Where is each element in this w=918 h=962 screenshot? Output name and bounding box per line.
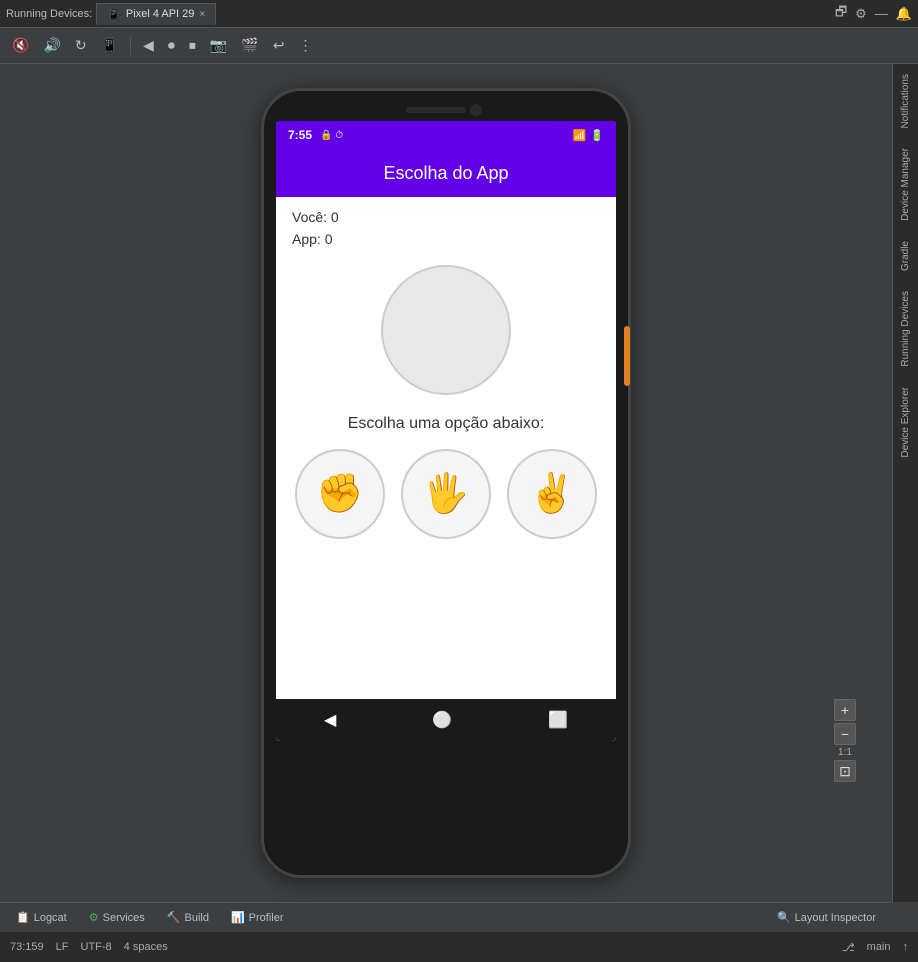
rotate-icon[interactable]: ↻ bbox=[71, 35, 91, 56]
device-manager-tab[interactable]: Device Manager bbox=[896, 138, 915, 231]
phone-recents-button[interactable]: ⬜ bbox=[548, 710, 568, 730]
phone-screen-icon[interactable]: 📱 bbox=[97, 35, 122, 56]
build-tab[interactable]: 🔨 Build bbox=[157, 906, 219, 930]
main-area: 7:55 🔒 ⏱ 📶 🔋 Escolha do App Você: 0 bbox=[0, 64, 918, 902]
volume-off-icon[interactable]: 🔇 bbox=[8, 35, 33, 56]
phone-bottom-area bbox=[264, 741, 628, 801]
device-tab-label: Pixel 4 API 29 bbox=[126, 8, 195, 20]
services-icon: ⚙ bbox=[89, 911, 99, 924]
restore-icon[interactable]: 🗗 bbox=[835, 3, 847, 25]
device-tab-icon: 📱 bbox=[107, 8, 121, 21]
status-bar: 73:159 LF UTF-8 4 spaces ⎇ main ↑ bbox=[0, 932, 918, 962]
zoom-ratio-label: 1:1 bbox=[834, 747, 856, 758]
branch-name: main bbox=[867, 941, 891, 953]
wifi-icon: 📶 bbox=[573, 129, 587, 142]
back-icon[interactable]: ◀ bbox=[139, 35, 158, 56]
device-tab[interactable]: 📱 Pixel 4 API 29 × bbox=[96, 3, 216, 25]
stop-icon[interactable]: ⏹ bbox=[185, 35, 200, 56]
scroll-handle[interactable] bbox=[624, 326, 630, 386]
services-tab[interactable]: ⚙ Services bbox=[79, 906, 155, 930]
options-row: ✊ 🖐 ✌️ bbox=[295, 449, 597, 539]
phone-app-content: Você: 0 App: 0 Escolha uma opção abaixo:… bbox=[276, 197, 616, 699]
phone-back-button[interactable]: ◀ bbox=[324, 710, 336, 730]
logcat-tab[interactable]: 📋 Logcat bbox=[6, 906, 77, 930]
phone-status-icons-left: 🔒 ⏱ bbox=[320, 130, 343, 141]
branch-icon: ⎇ bbox=[842, 941, 855, 954]
running-devices-label: Running Devices: 📱 Pixel 4 API 29 × bbox=[6, 3, 216, 25]
phone-nav-bar: ◀ ⚪ ⬜ bbox=[276, 699, 616, 741]
zoom-controls: + − 1:1 ⊡ bbox=[834, 699, 856, 782]
top-bar: Running Devices: 📱 Pixel 4 API 29 × 🗗 ⚙ … bbox=[0, 0, 918, 28]
phone-device: 7:55 🔒 ⏱ 📶 🔋 Escolha do App Você: 0 bbox=[261, 88, 631, 878]
build-label: Build bbox=[185, 912, 209, 924]
zoom-in-button[interactable]: + bbox=[834, 699, 856, 721]
choice-display-circle bbox=[381, 265, 511, 395]
gradle-tab[interactable]: Gradle bbox=[896, 231, 915, 281]
notification-icon[interactable]: 🔔 bbox=[896, 6, 912, 22]
layout-inspector-tab[interactable]: 🔍 Layout Inspector bbox=[767, 906, 886, 930]
phone-home-button[interactable]: ⚪ bbox=[432, 710, 452, 730]
phone-camera-area bbox=[264, 91, 628, 121]
build-icon: 🔨 bbox=[167, 911, 181, 924]
phone-speaker bbox=[406, 107, 466, 113]
choose-prompt: Escolha uma opção abaixo: bbox=[348, 415, 545, 433]
toolbar-separator-1 bbox=[130, 37, 131, 55]
encoding: UTF-8 bbox=[81, 941, 112, 953]
profiler-icon: 📊 bbox=[231, 911, 245, 924]
services-label: Services bbox=[103, 912, 145, 924]
phone-app-toolbar: Escolha do App bbox=[276, 149, 616, 197]
phone-status-icons-right: 📶 🔋 bbox=[573, 129, 604, 142]
phone-app-title: Escolha do App bbox=[383, 163, 508, 184]
paper-button[interactable]: 🖐 bbox=[401, 449, 491, 539]
zoom-out-button[interactable]: − bbox=[834, 723, 856, 745]
score-app-label: App: 0 bbox=[292, 231, 332, 247]
home-icon[interactable]: ⏺ bbox=[164, 35, 179, 56]
phone-screen: 7:55 🔒 ⏱ 📶 🔋 Escolha do App Você: 0 bbox=[276, 121, 616, 741]
battery-icon: 🔋 bbox=[590, 129, 604, 142]
top-bar-right: 🗗 ⚙ — 🔔 bbox=[835, 3, 912, 25]
running-devices-text: Running Devices: bbox=[6, 8, 92, 20]
notifications-tab[interactable]: Notifications bbox=[896, 64, 915, 138]
indent-label: 4 spaces bbox=[124, 941, 168, 953]
device-tab-close[interactable]: × bbox=[199, 9, 205, 20]
score-app-row: App: 0 bbox=[292, 231, 600, 249]
undo-icon[interactable]: ↩ bbox=[269, 35, 289, 56]
bottom-tabs: 📋 Logcat ⚙ Services 🔨 Build 📊 Profiler 🔍… bbox=[0, 902, 892, 932]
device-explorer-tab[interactable]: Device Explorer bbox=[896, 377, 915, 468]
camera-icon[interactable]: 📷 bbox=[206, 35, 231, 56]
volume-on-icon[interactable]: 🔊 bbox=[39, 35, 64, 56]
score-you-label: Você: 0 bbox=[292, 209, 339, 225]
fit-screen-button[interactable]: ⊡ bbox=[834, 760, 856, 782]
scissors-button[interactable]: ✌️ bbox=[507, 449, 597, 539]
logcat-label: Logcat bbox=[34, 912, 67, 924]
video-icon[interactable]: 🎬 bbox=[237, 35, 262, 56]
line-ending: LF bbox=[56, 941, 69, 953]
profiler-tab[interactable]: 📊 Profiler bbox=[221, 906, 294, 930]
minimize-icon[interactable]: — bbox=[875, 6, 888, 21]
profiler-label: Profiler bbox=[249, 912, 284, 924]
score-you-row: Você: 0 bbox=[292, 209, 600, 227]
phone-area: 7:55 🔒 ⏱ 📶 🔋 Escolha do App Você: 0 bbox=[0, 64, 892, 902]
cursor-position: 73:159 bbox=[10, 941, 44, 953]
logcat-icon: 📋 bbox=[16, 911, 30, 924]
phone-time: 7:55 bbox=[288, 128, 312, 142]
settings-icon[interactable]: ⚙ bbox=[855, 6, 867, 22]
right-sidebar: Notifications Device Manager Gradle Runn… bbox=[892, 64, 918, 902]
toolbar: 🔇 🔊 ↻ 📱 ◀ ⏺ ⏹ 📷 🎬 ↩ ⋮ bbox=[0, 28, 918, 64]
layout-inspector-icon: 🔍 bbox=[777, 911, 791, 924]
more-options-icon[interactable]: ⋮ bbox=[294, 35, 316, 56]
rock-button[interactable]: ✊ bbox=[295, 449, 385, 539]
phone-status-bar: 7:55 🔒 ⏱ 📶 🔋 bbox=[276, 121, 616, 149]
layout-inspector-label: Layout Inspector bbox=[795, 912, 876, 924]
phone-camera bbox=[470, 104, 482, 116]
running-devices-tab[interactable]: Running Devices bbox=[896, 281, 915, 377]
git-icon: ↑ bbox=[903, 941, 909, 953]
